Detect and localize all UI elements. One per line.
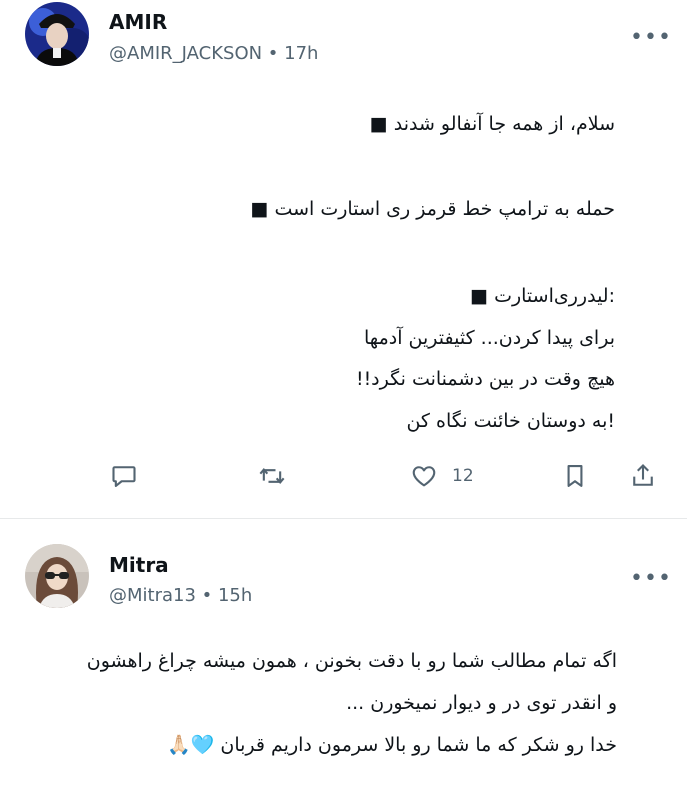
reply-button[interactable] bbox=[110, 460, 138, 492]
post-text-line: !به دوستان خائنت نگاه کن bbox=[406, 410, 615, 432]
post-text-line: حمله به ترامپ خط قرمز ری استارت است ■ bbox=[250, 198, 615, 220]
share-upload-icon bbox=[633, 464, 653, 486]
avatar-amir[interactable] bbox=[25, 2, 89, 66]
post-text-line: سلام، از همه جا آنفالو شدند ■ bbox=[369, 113, 615, 135]
post-text-line: اگه تمام مطالب شما رو با دقت بخونن ، همو… bbox=[86, 650, 617, 672]
bookmark-icon bbox=[567, 465, 583, 487]
author-handle-time[interactable]: @Mitra13 • 15h bbox=[109, 584, 252, 608]
post-text-line: خدا رو شکر که ما شما رو بالا سرمون داریم… bbox=[167, 734, 617, 756]
more-dots-icon[interactable]: ••• bbox=[630, 568, 672, 590]
speech-bubble-icon bbox=[112, 466, 136, 487]
author-name[interactable]: Mitra bbox=[109, 553, 169, 577]
repost-arrows-icon bbox=[259, 467, 285, 485]
post-text-line: و انقدر توی در و دیوار نمیخورن ... bbox=[346, 692, 617, 714]
like-count: 12 bbox=[452, 466, 474, 486]
post-amir[interactable]: AMIR @AMIR_JACKSON • 17h ••• سلام، از هم… bbox=[0, 0, 687, 519]
post-mitra[interactable]: Mitra @Mitra13 • 15h ••• اگه تمام مطالب … bbox=[0, 519, 687, 800]
post-text-line: هیچ وقت در بین دشمنانت نگرد!! bbox=[355, 368, 615, 390]
avatar-mitra[interactable] bbox=[25, 544, 89, 608]
author-handle-time[interactable]: @AMIR_JACKSON • 17h bbox=[109, 42, 318, 66]
bookmark-button[interactable] bbox=[561, 460, 589, 492]
share-button[interactable] bbox=[629, 460, 657, 492]
post-text-line: :لیدرری‌استارت ■ bbox=[470, 285, 615, 307]
author-name[interactable]: AMIR bbox=[109, 10, 167, 34]
heart-icon bbox=[412, 466, 436, 487]
more-dots-icon[interactable]: ••• bbox=[630, 27, 672, 49]
post-text-line: برای پیدا کردن... کثیفترین آدمها bbox=[364, 327, 615, 349]
repost-button[interactable] bbox=[258, 460, 286, 492]
like-button[interactable]: 12 bbox=[410, 460, 474, 492]
